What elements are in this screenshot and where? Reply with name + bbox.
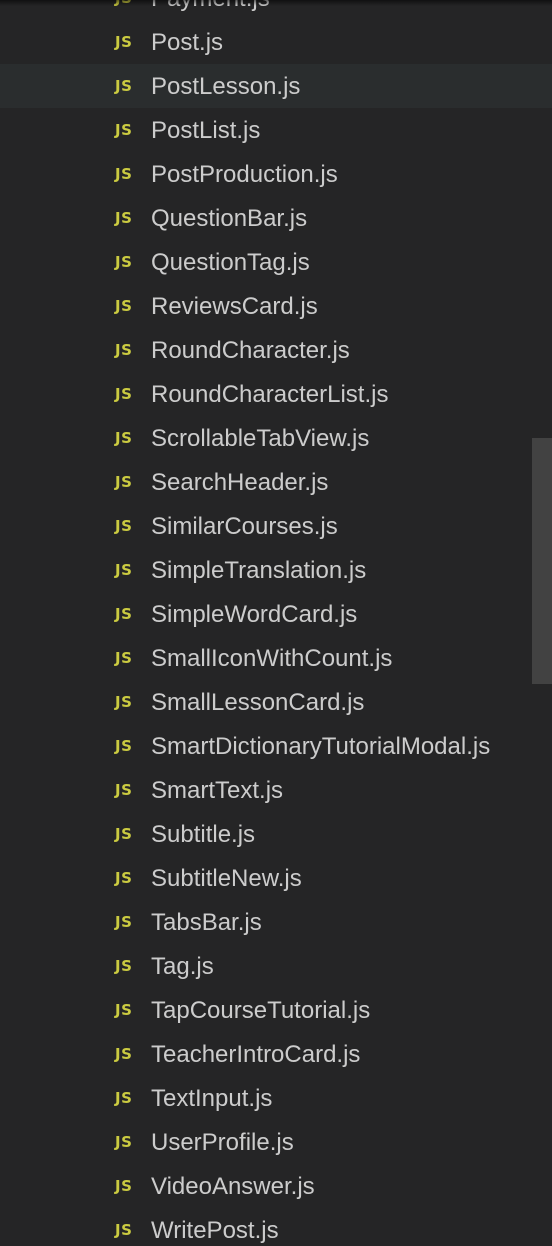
js-file-icon: JS [115,0,132,6]
file-item[interactable]: JS SmallLessonCard.js [0,680,552,724]
js-file-icon: JS [115,737,133,755]
js-file-icon: JS [115,253,133,271]
scrollbar-thumb[interactable] [532,438,552,684]
js-file-icon: JS [115,385,133,403]
js-file-icon: JS [115,561,133,579]
file-name: SimpleWordCard.js [151,601,358,628]
file-item[interactable]: JS Post.js [0,20,552,64]
js-file-icon: JS [115,1089,133,1107]
file-item[interactable]: JS UserProfile.js [0,1120,552,1164]
file-item[interactable]: JS Tag.js [0,944,552,988]
file-name: Payment.js [151,0,270,13]
file-name: SimpleTranslation.js [151,557,367,584]
file-name: RoundCharacter.js [151,337,350,364]
js-file-icon: JS [115,473,133,491]
file-item[interactable]: JS PostProduction.js [0,152,552,196]
file-item[interactable]: JS SimpleTranslation.js [0,548,552,592]
file-name: TextInput.js [151,1085,273,1112]
js-file-icon: JS [115,1133,133,1151]
js-file-icon: JS [115,781,133,799]
file-name: SmartText.js [151,777,284,804]
file-name: SimilarCourses.js [151,513,338,540]
file-name: ScrollableTabView.js [151,425,370,452]
file-item[interactable]: JS PostLesson.js [0,64,552,108]
file-name: Post.js [151,29,224,56]
file-list: JS Payment.js JS Post.js JS PostLesson.js JS Po… [0,0,552,1246]
file-name: SmallIconWithCount.js [151,645,393,672]
file-name: UserProfile.js [151,1129,294,1156]
js-file-icon: JS [115,1221,133,1239]
js-file-icon: JS [115,1177,133,1195]
file-item[interactable]: JS SubtitleNew.js [0,856,552,900]
js-file-icon: JS [115,693,133,711]
file-name: WritePost.js [151,1217,279,1244]
file-name: SmartDictionaryTutorialModal.js [151,733,491,760]
file-item[interactable]: JS SimilarCourses.js [0,504,552,548]
file-item[interactable]: JS TabsBar.js [0,900,552,944]
file-item[interactable]: JS TapCourseTutorial.js [0,988,552,1032]
file-item[interactable]: JS ScrollableTabView.js [0,416,552,460]
file-name: SubtitleNew.js [151,865,302,892]
js-file-icon: JS [115,605,133,623]
file-item[interactable]: JS RoundCharacterList.js [0,372,552,416]
js-file-icon: JS [115,1001,133,1019]
file-item[interactable]: JS SmartDictionaryTutorialModal.js [0,724,552,768]
file-item[interactable]: JS Subtitle.js [0,812,552,856]
file-item[interactable]: JS QuestionTag.js [0,240,552,284]
file-name: ReviewsCard.js [151,293,318,320]
file-item[interactable]: JS VideoAnswer.js [0,1164,552,1208]
js-file-icon: JS [115,165,133,183]
js-file-icon: JS [115,209,133,227]
file-name: QuestionBar.js [151,205,308,232]
file-item[interactable]: JS SmartText.js [0,768,552,812]
file-explorer: JS Payment.js JS Post.js JS PostLesson.js JS Po… [0,0,552,1246]
js-file-icon: JS [115,649,133,667]
js-file-icon: JS [115,1045,133,1063]
js-file-icon: JS [115,297,133,315]
file-name: SearchHeader.js [151,469,329,496]
file-item[interactable]: JS SearchHeader.js [0,460,552,504]
file-name: TabsBar.js [151,909,262,936]
file-item[interactable]: JS ReviewsCard.js [0,284,552,328]
vertical-scrollbar[interactable] [528,0,552,1246]
js-file-icon: JS [115,913,133,931]
file-name: PostProduction.js [151,161,338,188]
file-name: QuestionTag.js [151,249,310,276]
file-name: TapCourseTutorial.js [151,997,371,1024]
js-file-icon: JS [115,957,133,975]
js-file-icon: JS [115,33,133,51]
js-file-icon: JS [115,121,133,139]
file-item[interactable]: JS TeacherIntroCard.js [0,1032,552,1076]
file-item[interactable]: JS Payment.js [0,0,552,20]
file-item[interactable]: JS QuestionBar.js [0,196,552,240]
file-item[interactable]: JS TextInput.js [0,1076,552,1120]
file-name: Tag.js [151,953,214,980]
js-file-icon: JS [115,825,133,843]
file-name: SmallLessonCard.js [151,689,365,716]
js-file-icon: JS [115,869,133,887]
js-file-icon: JS [115,517,133,535]
file-item[interactable]: JS RoundCharacter.js [0,328,552,372]
file-item[interactable]: JS SimpleWordCard.js [0,592,552,636]
file-name: PostList.js [151,117,261,144]
file-item[interactable]: JS WritePost.js [0,1208,552,1246]
js-file-icon: JS [115,429,133,447]
file-name: RoundCharacterList.js [151,381,389,408]
file-name: VideoAnswer.js [151,1173,315,1200]
js-file-icon: JS [115,77,133,95]
js-file-icon: JS [115,341,133,359]
file-item[interactable]: JS SmallIconWithCount.js [0,636,552,680]
file-item[interactable]: JS PostList.js [0,108,552,152]
file-name: TeacherIntroCard.js [151,1041,361,1068]
file-name: Subtitle.js [151,821,256,848]
file-name: PostLesson.js [151,73,301,100]
